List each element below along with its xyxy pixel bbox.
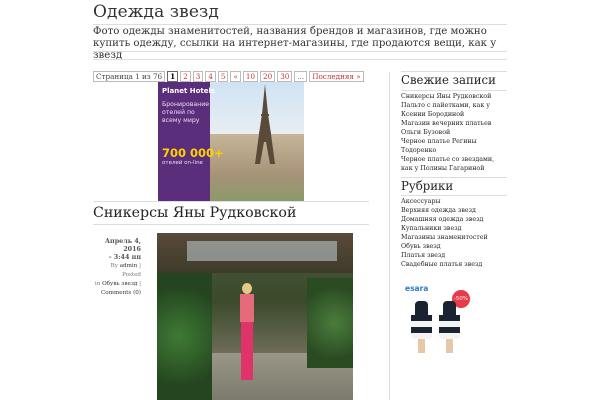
image-person <box>238 283 256 383</box>
ad-panel <box>158 82 210 202</box>
category-link[interactable]: Свадебные платья звезд <box>401 260 507 269</box>
categories-list: Аксессуары Верхняя одежда звезд Домашняя… <box>401 197 507 269</box>
recent-post-link[interactable]: Черное платье со звездами, как у Полины … <box>401 155 507 173</box>
pagination-page-link[interactable]: 4 <box>205 71 216 82</box>
pagination-page-link[interactable]: 30 <box>277 71 293 82</box>
dress-icon <box>411 301 432 353</box>
categories-heading: Рубрики <box>401 179 454 193</box>
hotel-ad-banner[interactable]: Planet Hotels Бронирование отелей по все… <box>158 82 304 202</box>
ad-text: Бронирование отелей по всему миру <box>162 101 210 124</box>
pagination-page-link[interactable]: 5 <box>217 71 229 82</box>
pagination-dots: ... <box>294 71 308 82</box>
pagination-page-link[interactable]: 3 <box>192 71 204 82</box>
divider <box>401 90 507 91</box>
divider <box>93 59 507 60</box>
author-link[interactable]: admin <box>120 263 138 269</box>
ad-subtext: отелей on-line <box>162 160 203 166</box>
post-date-text: Апрель 4, 2016 <box>104 237 141 253</box>
in-label: in <box>94 281 101 287</box>
category-link[interactable]: Домашняя одежда звезд <box>401 215 507 224</box>
divider <box>401 195 507 196</box>
pagination-page-link[interactable]: 20 <box>260 71 276 82</box>
pagination-last-link[interactable]: Последняя » <box>309 71 364 82</box>
pagination-prev-link[interactable]: « <box>230 71 241 82</box>
divider <box>93 224 369 225</box>
post-meta: By admin | Posted in Обувь звезд | Comme… <box>93 262 141 298</box>
recent-post-link[interactable]: Магазин вечерних платьев Ольги Бузовой <box>401 119 507 137</box>
image-plants <box>157 273 212 400</box>
ad-logo: Planet Hotels <box>162 87 216 95</box>
by-label: By <box>110 263 118 269</box>
divider <box>401 177 507 178</box>
person-top <box>240 294 254 322</box>
post-time-text: - 3:44 пп <box>108 253 141 261</box>
recent-posts-list: Сникерсы Яны Рудковской Пальто с пайетка… <box>401 92 507 173</box>
category-link[interactable]: Купальники звезд <box>401 224 507 233</box>
category-link[interactable]: Обувь звезд <box>401 242 507 251</box>
category-link[interactable]: Аксессуары <box>401 197 507 206</box>
divider <box>93 51 507 52</box>
site-description: Фото одежды знаменитостей, названия брен… <box>93 26 497 61</box>
post-date: Апрель 4, 2016 - 3:44 пп <box>93 237 141 261</box>
pagination-page-link[interactable]: 2 <box>180 71 191 82</box>
pagination: Страница 1 из 76 1 2 3 4 5 « 10 20 30 ..… <box>93 71 364 82</box>
dress-icon <box>439 301 460 353</box>
sidebar-divider <box>389 72 390 400</box>
category-link[interactable]: Верхняя одежда звезд <box>401 206 507 215</box>
recent-posts-heading: Свежие записи <box>401 73 496 87</box>
recent-post-link[interactable]: Пальто с пайетками, как у Ксении Бородин… <box>401 101 507 119</box>
image-plants <box>307 278 353 368</box>
comments-link[interactable]: Comments (0) <box>101 290 141 296</box>
separator: | <box>139 281 141 287</box>
category-link[interactable]: Платья звезд <box>401 251 507 260</box>
person-legs <box>241 322 253 380</box>
divider <box>93 24 507 25</box>
pagination-page-link[interactable]: 10 <box>242 71 259 82</box>
recent-post-link[interactable]: Сникерсы Яны Рудковской <box>401 92 507 101</box>
pagination-label: Страница 1 из 76 <box>93 71 166 82</box>
divider <box>401 71 507 72</box>
category-link[interactable]: Обувь звезд <box>102 281 137 287</box>
site-title[interactable]: Одежда звезд <box>93 2 219 22</box>
eiffel-tower-icon <box>255 84 275 164</box>
recent-post-link[interactable]: Черное платье Регины Тодоренко <box>401 137 507 155</box>
sidebar-ad-banner[interactable]: esara -50% <box>405 281 471 365</box>
esara-logo: esara <box>405 284 429 293</box>
post-title[interactable]: Сникерсы Яны Рудковской <box>93 205 296 221</box>
category-link[interactable]: Магазины знаменитостей <box>401 233 507 242</box>
post-image[interactable] <box>157 233 353 400</box>
pagination-current-page: 1 <box>167 71 179 82</box>
divider <box>93 201 369 202</box>
person-head <box>242 283 252 294</box>
image-sky <box>187 241 337 261</box>
ad-number: 700 000+ <box>162 146 224 160</box>
